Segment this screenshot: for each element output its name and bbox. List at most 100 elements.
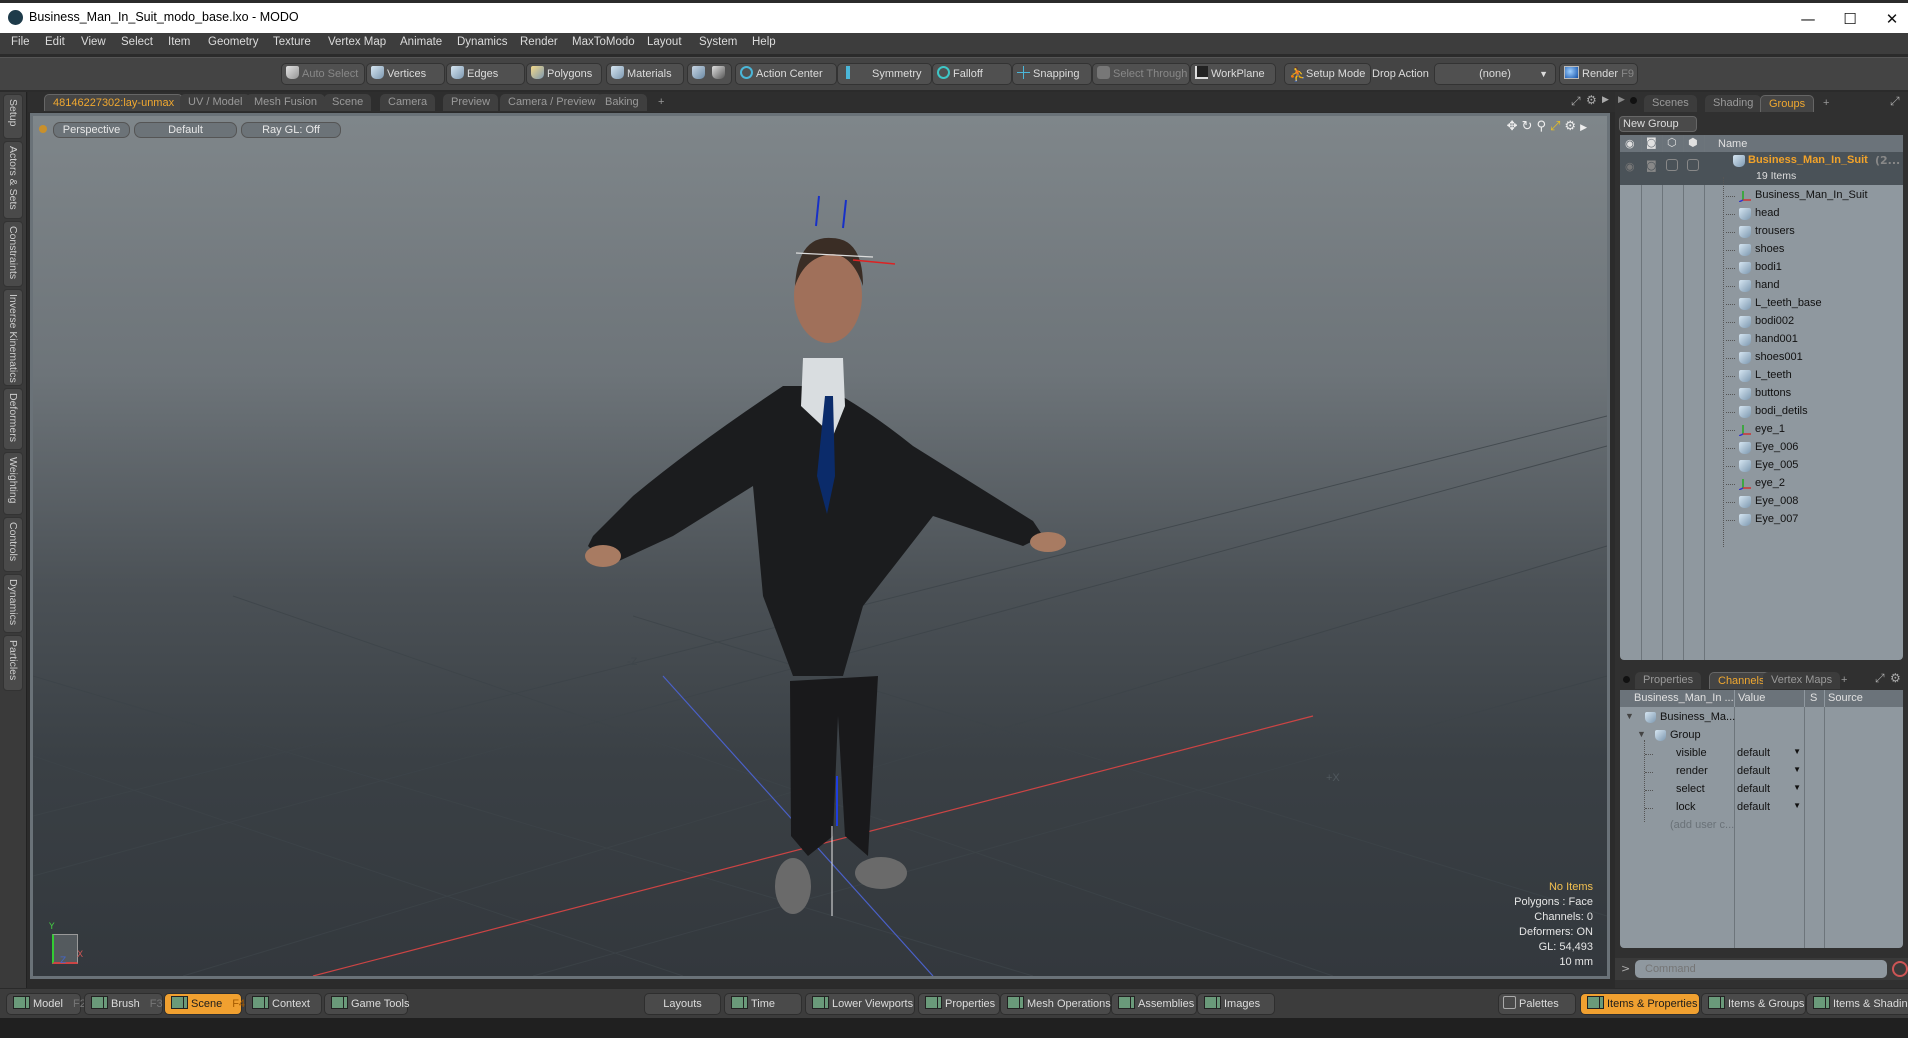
group-item-row[interactable]: Eye_008 bbox=[1620, 493, 1903, 511]
tab-setup[interactable]: Setup bbox=[3, 94, 23, 139]
items-groups-button[interactable]: Items & Groups bbox=[1701, 993, 1806, 1015]
add-tab-button[interactable]: + bbox=[650, 94, 672, 111]
tab-scene[interactable]: Scene bbox=[324, 94, 372, 111]
items-properties-button[interactable]: Items & Properties bbox=[1580, 993, 1700, 1015]
vertices-button[interactable]: Vertices bbox=[366, 63, 445, 85]
menu-animate[interactable]: Animate bbox=[400, 36, 442, 48]
action-center-button[interactable]: Action Center bbox=[735, 63, 837, 85]
group-item-row[interactable]: L_teeth_base bbox=[1620, 295, 1903, 313]
palettes-button[interactable]: Palettes bbox=[1498, 993, 1576, 1015]
tab-deformers[interactable]: Deformers bbox=[3, 388, 23, 450]
tab-scenes[interactable]: Scenes bbox=[1644, 95, 1697, 112]
menu-select[interactable]: Select bbox=[121, 36, 153, 48]
add-panel-tab-button[interactable]: + bbox=[1815, 95, 1837, 112]
tab-preview[interactable]: Preview bbox=[443, 94, 499, 111]
group-item-row[interactable]: shoes001 bbox=[1620, 349, 1903, 367]
group-item-row[interactable]: trousers bbox=[1620, 223, 1903, 241]
group-item-row[interactable]: hand001 bbox=[1620, 331, 1903, 349]
menu-item[interactable]: Item bbox=[168, 36, 190, 48]
channel-value-select[interactable]: default ▼ bbox=[1737, 783, 1803, 795]
group-visibility-icon[interactable]: ◉ bbox=[1625, 160, 1635, 173]
group-item-row[interactable]: shoes bbox=[1620, 241, 1903, 259]
tab-particles[interactable]: Particles bbox=[3, 635, 23, 691]
maximize-button[interactable]: ☐ bbox=[1832, 7, 1868, 31]
gear-icon[interactable]: ⚙ bbox=[1586, 93, 1597, 107]
channel-value-select[interactable]: default ▼ bbox=[1737, 747, 1803, 759]
menu-vertex-map[interactable]: Vertex Map bbox=[328, 36, 386, 48]
menu-dynamics[interactable]: Dynamics bbox=[457, 36, 507, 48]
layout-brush-button[interactable]: Brush F3 bbox=[84, 993, 163, 1015]
tab-controls[interactable]: Controls bbox=[3, 517, 23, 572]
render-column-icon[interactable]: ◙ bbox=[1646, 136, 1657, 149]
menu-texture[interactable]: Texture bbox=[273, 36, 311, 48]
tab-camera[interactable]: Camera bbox=[380, 94, 436, 111]
drop-action-select[interactable]: (none) ▼ bbox=[1434, 63, 1556, 85]
layout-game-tools-button[interactable]: Game Tools bbox=[324, 993, 410, 1015]
channel-value-select[interactable]: default ▼ bbox=[1737, 765, 1803, 777]
minimize-button[interactable]: — bbox=[1790, 7, 1826, 31]
group-item-row[interactable]: eye_2 bbox=[1620, 475, 1903, 493]
tab-uv-model[interactable]: UV / Model bbox=[180, 94, 251, 111]
materials-button[interactable]: Materials bbox=[606, 63, 684, 85]
group-item-row[interactable]: Business_Man_In_Suit bbox=[1620, 187, 1903, 205]
auto-select-button[interactable]: Auto Select bbox=[281, 63, 365, 85]
command-input[interactable] bbox=[1635, 960, 1887, 978]
tab-shading[interactable]: Shading bbox=[1705, 95, 1762, 112]
tab-groups[interactable]: Groups bbox=[1760, 95, 1815, 112]
assemblies-button[interactable]: Assemblies bbox=[1111, 993, 1197, 1015]
tab-lay-unmax[interactable]: 48146227302:lay-unmax bbox=[44, 94, 184, 111]
lock-column-icon[interactable]: ⬢ bbox=[1688, 136, 1698, 149]
select-through-button[interactable]: Select Through bbox=[1092, 63, 1190, 85]
lower-expand-icon[interactable]: ⤢ bbox=[1875, 671, 1885, 686]
play-arrow-icon[interactable]: ▶ bbox=[1602, 95, 1609, 105]
group-item-row[interactable]: bodi1 bbox=[1620, 259, 1903, 277]
expand-arrow-icon[interactable]: ▼ bbox=[1637, 729, 1646, 739]
panel-arrow-icon[interactable]: ▶ bbox=[1618, 95, 1625, 105]
record-icon[interactable] bbox=[1892, 961, 1908, 977]
menu-system[interactable]: System bbox=[699, 36, 737, 48]
group-item-row[interactable]: bodi002 bbox=[1620, 313, 1903, 331]
menu-file[interactable]: File bbox=[11, 36, 30, 48]
group-item-row[interactable]: buttons bbox=[1620, 385, 1903, 403]
select-column-icon[interactable]: ⬡ bbox=[1667, 136, 1677, 149]
group-row[interactable]: ◉ ◙ Business_Man_In_Suit (2... 19 Items bbox=[1620, 152, 1903, 185]
element-transform-icon[interactable] bbox=[712, 66, 725, 79]
new-group-button[interactable]: New Group bbox=[1619, 116, 1697, 132]
tab-vertex-maps[interactable]: Vertex Maps bbox=[1763, 672, 1841, 689]
menu-view[interactable]: View bbox=[81, 36, 106, 48]
menu-maxtomodo[interactable]: MaxToModo bbox=[572, 36, 635, 48]
tab-properties[interactable]: Properties bbox=[1635, 672, 1702, 689]
menu-geometry[interactable]: Geometry bbox=[208, 36, 259, 48]
group-render-icon[interactable]: ◙ bbox=[1646, 159, 1657, 172]
group-lock-toggle[interactable] bbox=[1687, 159, 1699, 171]
expand-panel-icon[interactable]: ⤢ bbox=[1890, 94, 1900, 109]
symmetry-button[interactable]: Symmetry bbox=[837, 63, 932, 85]
tab-constraints[interactable]: Constraints bbox=[3, 221, 23, 287]
images-button[interactable]: Images bbox=[1197, 993, 1275, 1015]
group-item-row[interactable]: Eye_006 bbox=[1620, 439, 1903, 457]
group-item-row[interactable]: bodi_detils bbox=[1620, 403, 1903, 421]
items-shading-button[interactable]: Items & Shading bbox=[1806, 993, 1908, 1015]
tab-dynamics[interactable]: Dynamics bbox=[3, 574, 23, 633]
group-item-row[interactable]: Eye_007 bbox=[1620, 511, 1903, 529]
falloff-button[interactable]: Falloff bbox=[932, 63, 1012, 85]
tab-inverse-kinematics[interactable]: Inverse Kinematics bbox=[3, 289, 23, 386]
item-transform-icon[interactable] bbox=[692, 66, 705, 79]
layouts-button[interactable]: Layouts bbox=[644, 993, 721, 1015]
transform-tools-group[interactable] bbox=[687, 63, 732, 85]
setup-mode-button[interactable]: ⛹Setup Mode bbox=[1284, 63, 1371, 85]
group-item-row[interactable]: eye_1 bbox=[1620, 421, 1903, 439]
add-user-channel-row[interactable]: (add user c... bbox=[1620, 817, 1903, 835]
tab-weighting[interactable]: Weighting bbox=[3, 452, 23, 515]
maximize-viewport-icon[interactable]: ⤢ bbox=[1571, 94, 1581, 109]
time-button[interactable]: Time bbox=[724, 993, 802, 1015]
3d-viewport[interactable]: Perspective Default Ray GL: Off ✥↻⚲⤢⚙▶ -… bbox=[30, 113, 1610, 979]
lower-gear-icon[interactable]: ⚙ bbox=[1890, 671, 1901, 685]
tab-baking[interactable]: Baking bbox=[597, 94, 647, 111]
workplane-button[interactable]: WorkPlane bbox=[1190, 63, 1276, 85]
render-button[interactable]: Render F9 bbox=[1559, 63, 1638, 85]
menu-layout[interactable]: Layout bbox=[647, 36, 682, 48]
visibility-column-icon[interactable]: ◉ bbox=[1625, 137, 1635, 150]
group-item-row[interactable]: Eye_005 bbox=[1620, 457, 1903, 475]
snapping-button[interactable]: Snapping bbox=[1012, 63, 1092, 85]
